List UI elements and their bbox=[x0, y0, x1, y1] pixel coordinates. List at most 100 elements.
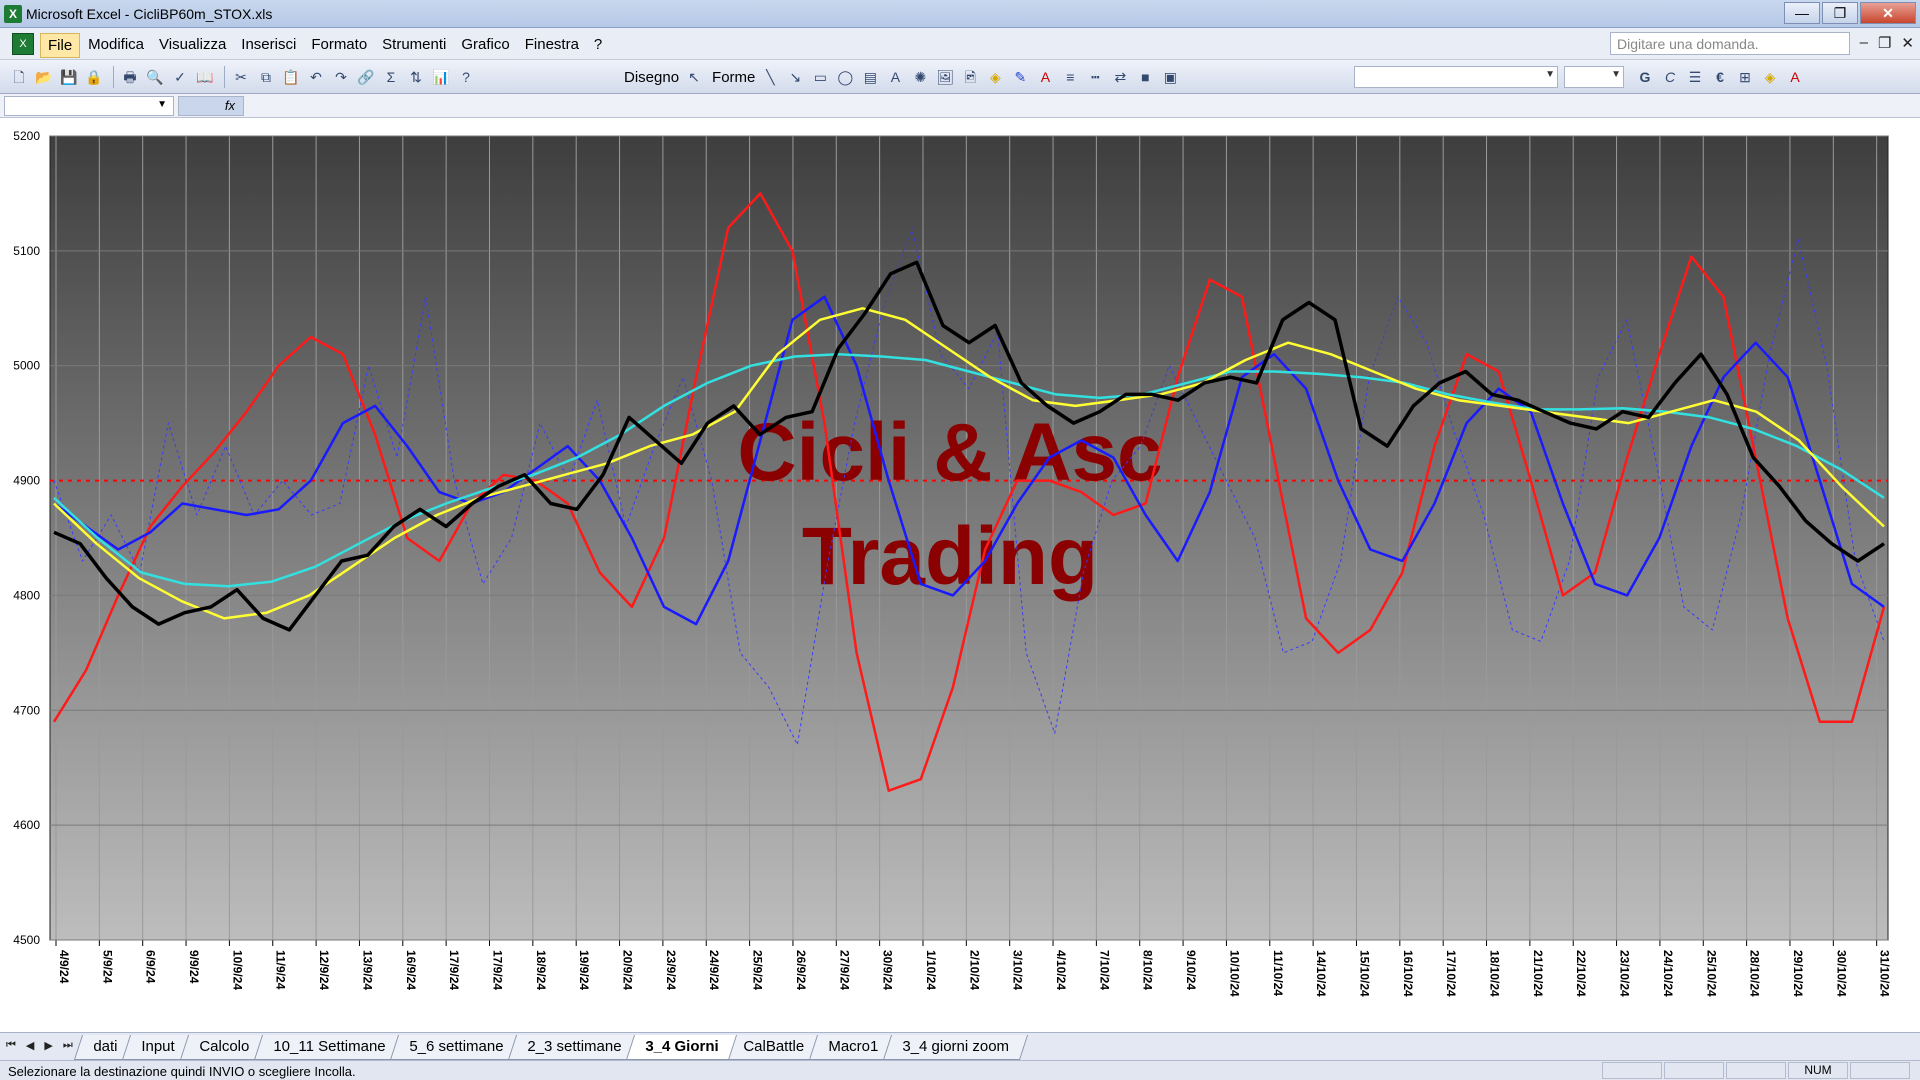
menu-file[interactable]: File bbox=[40, 33, 81, 58]
print-icon[interactable]: 🖶 bbox=[119, 66, 141, 88]
fill-color-icon[interactable]: ◈ bbox=[984, 66, 1006, 88]
oval-icon[interactable]: ◯ bbox=[834, 66, 856, 88]
sheet-tab-label: 3_4 giorni zoom bbox=[901, 1038, 1009, 1055]
chevron-down-icon: ▼ bbox=[1611, 69, 1621, 80]
menu-finestra[interactable]: Finestra bbox=[518, 33, 586, 58]
copy-icon[interactable]: ⧉ bbox=[255, 66, 277, 88]
first-sheet-button[interactable]: ⏮ bbox=[6, 1039, 16, 1052]
toolbar-separator bbox=[113, 66, 114, 88]
last-sheet-button[interactable]: ⏭ bbox=[63, 1039, 73, 1052]
sheet-tab-5-6-settimane[interactable]: 5_6 settimane bbox=[389, 1035, 523, 1060]
borders-icon[interactable]: ⊞ bbox=[1734, 66, 1756, 88]
arrow-icon[interactable]: ↘ bbox=[784, 66, 806, 88]
menu-inserisci[interactable]: Inserisci bbox=[234, 33, 303, 58]
x-tick-label: 25/9/24 bbox=[751, 950, 765, 990]
x-tick-label: 2/10/24 bbox=[967, 950, 981, 990]
diagram-icon[interactable]: ✺ bbox=[909, 66, 931, 88]
sheet-tab-label: 3_4 Giorni bbox=[645, 1038, 720, 1055]
currency-button[interactable]: € bbox=[1709, 66, 1731, 88]
y-tick-label: 5200 bbox=[13, 129, 40, 143]
hyperlink-icon[interactable]: 🔗 bbox=[355, 66, 377, 88]
undo-icon[interactable]: ↶ bbox=[305, 66, 327, 88]
menu-bar: X File Modifica Visualizza Inserisci For… bbox=[0, 28, 1920, 60]
sheet-tab-3-4-giorni[interactable]: 3_4 Giorni bbox=[626, 1035, 738, 1060]
doc-restore-button[interactable]: ❐ bbox=[1878, 34, 1891, 52]
sheet-tab-label: 5_6 settimane bbox=[409, 1038, 504, 1055]
italic-button[interactable]: C bbox=[1659, 66, 1681, 88]
menu-strumenti[interactable]: Strumenti bbox=[375, 33, 453, 58]
font-size-combo[interactable]: ▼ bbox=[1564, 66, 1624, 88]
wordart-icon[interactable]: A bbox=[884, 66, 906, 88]
align-icon[interactable]: ☰ bbox=[1684, 66, 1706, 88]
shapes-menu-button[interactable]: Forme bbox=[712, 69, 755, 86]
doc-close-button[interactable]: ✕ bbox=[1901, 34, 1914, 52]
spelling-icon[interactable]: ✓ bbox=[169, 66, 191, 88]
line-chart[interactable]: 4/9/24 5/9/24 6/9/24 9/9/24 10/9/24 11/9/24 12… bbox=[0, 118, 1920, 1032]
x-tick-label: 23/10/24 bbox=[1618, 950, 1632, 997]
excel-app-icon[interactable]: X bbox=[4, 5, 22, 23]
menu-modifica[interactable]: Modifica bbox=[81, 33, 151, 58]
rectangle-icon[interactable]: ▭ bbox=[809, 66, 831, 88]
font-color-icon[interactable]: A bbox=[1034, 66, 1056, 88]
paste-icon[interactable]: 📋 bbox=[280, 66, 302, 88]
sheet-tab-bar: ⏮ ◀ ▶ ⏭ dati Input Calcolo 10_11 Settima… bbox=[0, 1032, 1920, 1060]
y-tick-label: 5100 bbox=[13, 244, 40, 258]
help-icon[interactable]: ? bbox=[455, 66, 477, 88]
sort-icon[interactable]: ⇅ bbox=[405, 66, 427, 88]
chart-wizard-icon[interactable]: 📊 bbox=[430, 66, 452, 88]
dash-style-icon[interactable]: ┅ bbox=[1084, 66, 1106, 88]
sheet-tab-2-3-settimane[interactable]: 2_3 settimane bbox=[508, 1035, 641, 1060]
workbook-icon[interactable]: X bbox=[12, 33, 34, 55]
menu-help[interactable]: ? bbox=[587, 33, 609, 58]
font-name-combo[interactable]: ▼ bbox=[1354, 66, 1558, 88]
clipart-icon[interactable]: 🖼 bbox=[934, 66, 956, 88]
bold-button[interactable]: G bbox=[1634, 66, 1656, 88]
save-icon[interactable]: 💾 bbox=[58, 66, 80, 88]
permission-icon[interactable]: 🔒 bbox=[83, 66, 105, 88]
sheet-tab-label: Macro1 bbox=[827, 1038, 878, 1055]
highlight-color-icon[interactable]: ◈ bbox=[1759, 66, 1781, 88]
select-objects-icon[interactable]: ↖ bbox=[683, 66, 705, 88]
redo-icon[interactable]: ↷ bbox=[330, 66, 352, 88]
shadow-icon[interactable]: ■ bbox=[1134, 66, 1156, 88]
status-cell bbox=[1726, 1062, 1786, 1079]
textbox-icon[interactable]: ▤ bbox=[859, 66, 881, 88]
x-tick-label: 18/9/24 bbox=[534, 950, 548, 990]
doc-minimize-button[interactable]: – bbox=[1860, 34, 1868, 52]
minimize-button[interactable]: — bbox=[1784, 2, 1820, 24]
menu-formato[interactable]: Formato bbox=[304, 33, 374, 58]
close-button[interactable]: ✕ bbox=[1860, 2, 1916, 24]
insert-function-button[interactable]: fx bbox=[178, 96, 244, 116]
chevron-down-icon: ▼ bbox=[157, 99, 167, 110]
chart-area[interactable]: 4/9/24 5/9/24 6/9/24 9/9/24 10/9/24 11/9/24 12… bbox=[0, 118, 1920, 1032]
prev-sheet-button[interactable]: ◀ bbox=[26, 1039, 34, 1052]
new-icon[interactable]: 🗋 bbox=[8, 66, 30, 88]
draw-menu-button[interactable]: Disegno bbox=[624, 69, 679, 86]
arrow-style-icon[interactable]: ⇄ bbox=[1109, 66, 1131, 88]
open-icon[interactable]: 📂 bbox=[33, 66, 55, 88]
restore-button[interactable]: ❐ bbox=[1822, 2, 1858, 24]
sheet-tab-calbattle[interactable]: CalBattle bbox=[723, 1035, 823, 1060]
menu-visualizza[interactable]: Visualizza bbox=[152, 33, 233, 58]
menu-grafico[interactable]: Grafico bbox=[454, 33, 516, 58]
research-icon[interactable]: 📖 bbox=[194, 66, 216, 88]
cut-icon[interactable]: ✂ bbox=[230, 66, 252, 88]
font-color-icon[interactable]: A bbox=[1784, 66, 1806, 88]
next-sheet-button[interactable]: ▶ bbox=[44, 1039, 52, 1052]
x-tick-label: 13/9/24 bbox=[360, 950, 374, 990]
sheet-tab-3-4-giorni-zoom[interactable]: 3_4 giorni zoom bbox=[882, 1035, 1028, 1060]
print-preview-icon[interactable]: 🔍 bbox=[144, 66, 166, 88]
autosum-icon[interactable]: Σ bbox=[380, 66, 402, 88]
y-tick-label: 4900 bbox=[13, 474, 40, 488]
x-tick-label: 10/10/24 bbox=[1227, 950, 1241, 997]
line-color-icon[interactable]: ✎ bbox=[1009, 66, 1031, 88]
picture-icon[interactable]: 🖻 bbox=[959, 66, 981, 88]
ask-question-input[interactable]: Digitare una domanda. bbox=[1610, 32, 1850, 55]
3d-icon[interactable]: ▣ bbox=[1159, 66, 1181, 88]
name-box[interactable]: ▼ bbox=[4, 96, 174, 116]
line-icon[interactable]: ╲ bbox=[759, 66, 781, 88]
sheet-tab-10-11-settimane[interactable]: 10_11 Settimane bbox=[253, 1035, 404, 1060]
x-tick-label: 4/9/24 bbox=[57, 950, 71, 984]
line-style-icon[interactable]: ≡ bbox=[1059, 66, 1081, 88]
x-tick-label: 1/10/24 bbox=[924, 950, 938, 990]
